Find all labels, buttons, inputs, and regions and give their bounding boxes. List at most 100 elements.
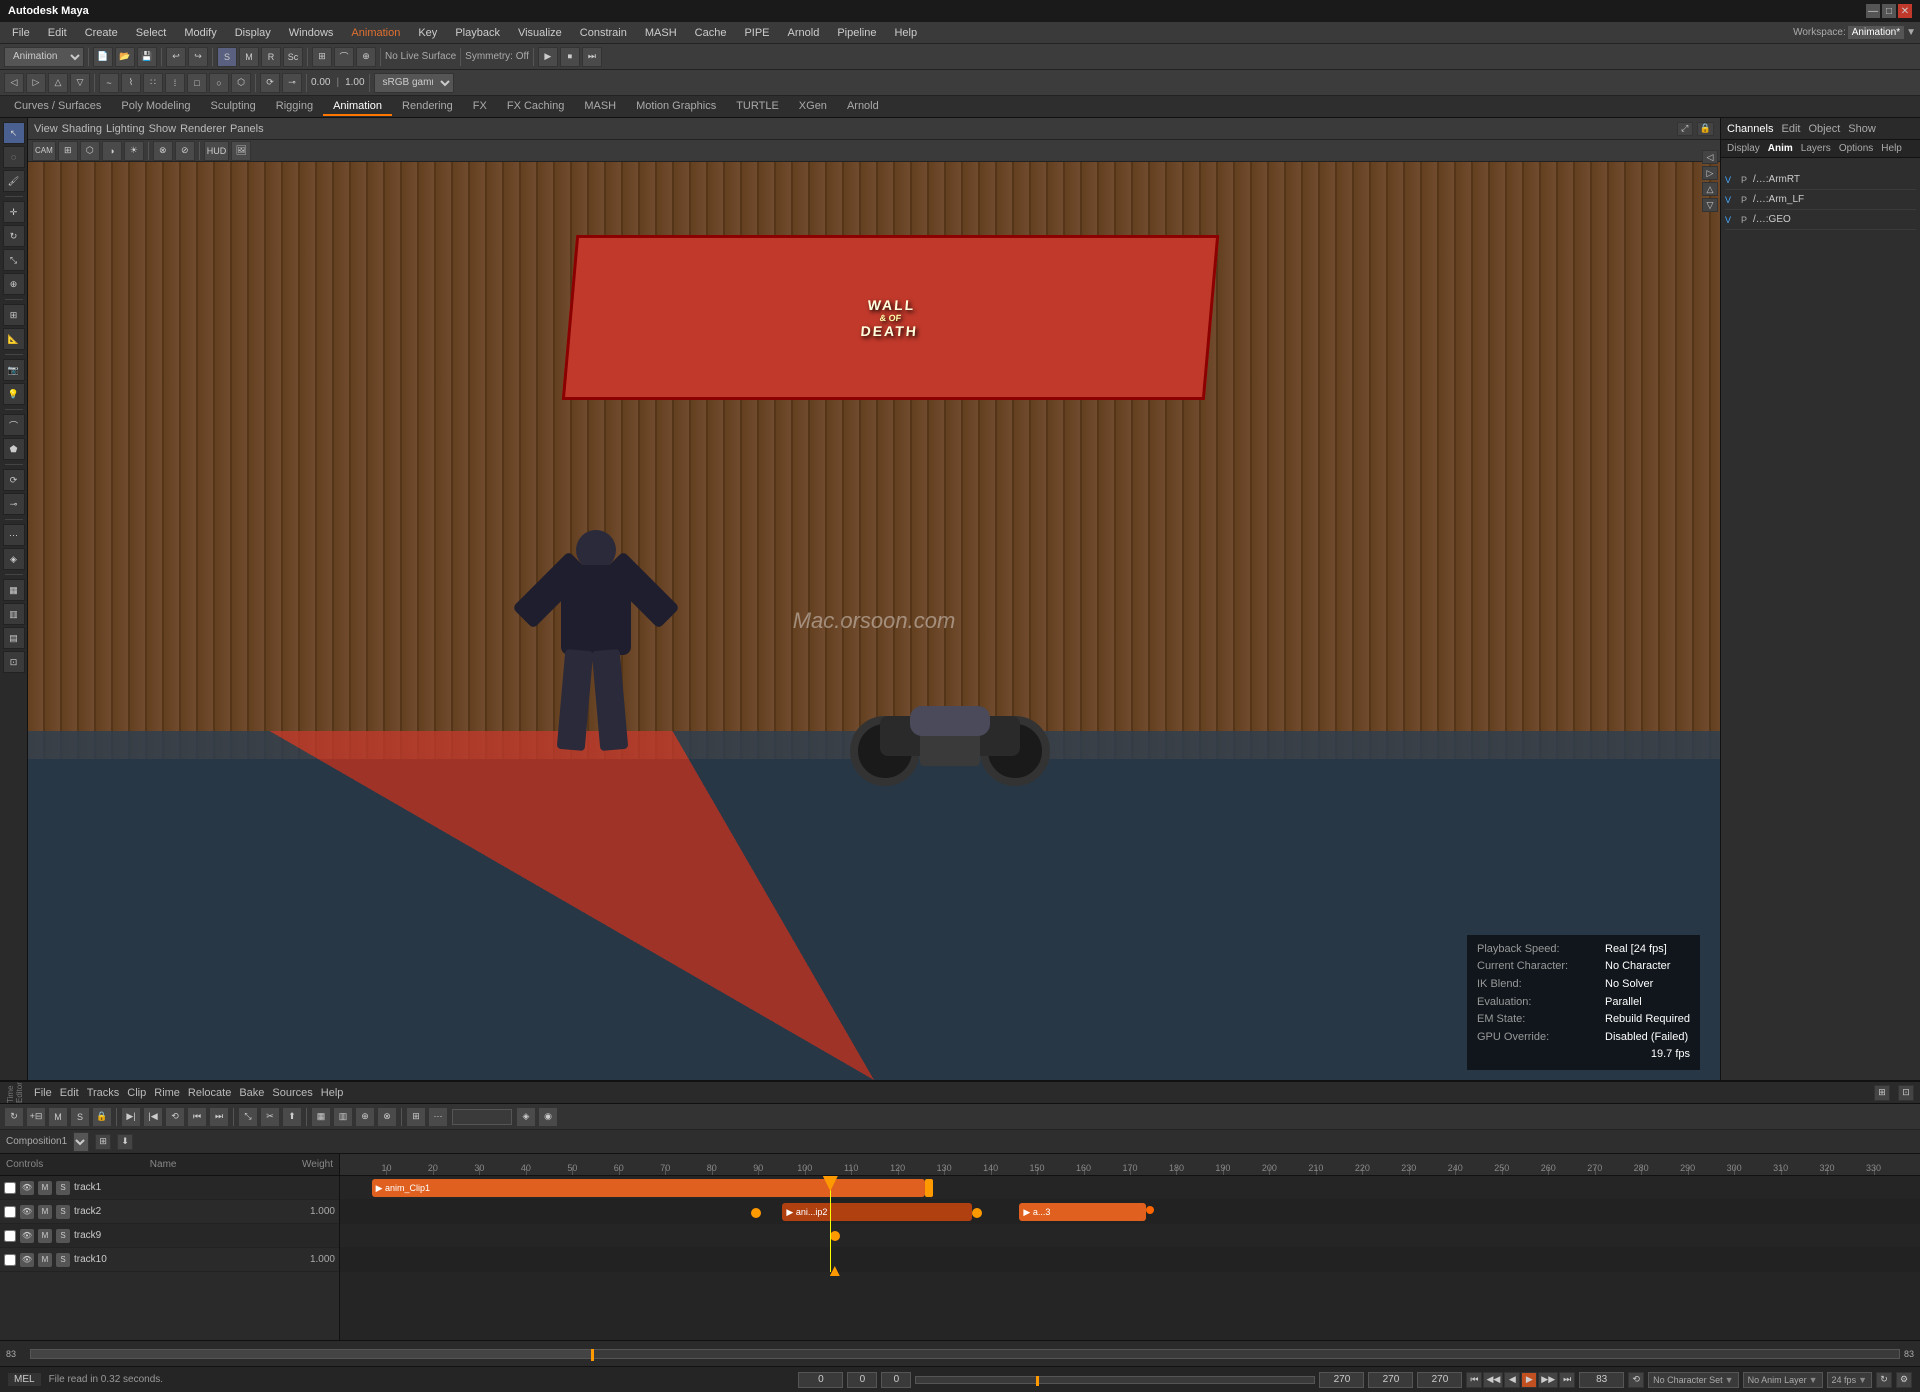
te-tb-play-fwd[interactable]: ▶| [121,1107,141,1127]
tb2-deform2[interactable]: ⊸ [282,73,302,93]
vp-tb-iso[interactable]: ⊗ [153,141,173,161]
track2-solo[interactable]: S [56,1205,70,1219]
menu-display[interactable]: Display [227,25,279,41]
lt-rotate[interactable]: ↻ [3,225,25,247]
frame-end3-input[interactable] [1417,1372,1462,1388]
track1-solo[interactable]: S [56,1181,70,1195]
vp-tb-cam[interactable]: CAM [32,141,56,161]
clip-anim1[interactable]: ▶ anim_Clip1 [372,1179,925,1197]
clip-anim3[interactable]: ▶ a...3 [1019,1203,1145,1221]
te-menu-tracks[interactable]: Tracks [87,1087,120,1099]
panel-left-arrow[interactable]: ◁ [1702,150,1718,164]
te-tb-solo[interactable]: S [70,1107,90,1127]
te-tb-snap1[interactable]: ⊞ [406,1107,426,1127]
options-tab[interactable]: Options [1839,143,1873,154]
lt-camera[interactable]: 📷 [3,359,25,381]
vp-tb-grid[interactable]: ⊞ [58,141,78,161]
snap-curve[interactable]: ⌒ [334,47,354,67]
te-menu-file[interactable]: File [34,1087,52,1099]
colorspace-dropdown[interactable]: sRGB gamma [374,73,454,93]
lt-snap[interactable]: ⊞ [3,304,25,326]
te-grid-btn2[interactable]: ⊡ [1898,1085,1914,1101]
panel-down-arrow[interactable]: ▽ [1702,198,1718,212]
lt-poly[interactable]: ⬟ [3,438,25,460]
time-slider-thumb[interactable] [1036,1376,1039,1386]
tab-sculpting[interactable]: Sculpting [201,98,266,116]
layers-tab[interactable]: Layers [1801,143,1831,154]
comp-add-btn[interactable]: ⊞ [95,1134,111,1150]
menu-windows[interactable]: Windows [281,25,342,41]
te-tb-export[interactable]: ⬆ [282,1107,302,1127]
menu-cache[interactable]: Cache [687,25,735,41]
lt-skin[interactable]: ⊸ [3,493,25,515]
track10-checkbox[interactable] [4,1254,16,1266]
snap-grid[interactable]: ⊞ [312,47,332,67]
time-slider[interactable] [915,1376,1315,1384]
character-set-selector[interactable]: No Character Set ▼ [1648,1372,1738,1388]
vp-tb-wire[interactable]: ⬡ [80,141,100,161]
display-tab[interactable]: Display [1727,143,1760,154]
anim-layer-selector[interactable]: No Anim Layer ▼ [1743,1372,1823,1388]
menu-mash[interactable]: MASH [637,25,685,41]
track1-checkbox[interactable] [4,1182,16,1194]
track10-mute[interactable]: M [38,1253,52,1267]
panel-right-arrow[interactable]: ▷ [1702,166,1718,180]
open-scene-btn[interactable]: 📂 [115,47,135,67]
rp-tab-edit[interactable]: Edit [1781,123,1800,135]
frame-end2-input[interactable] [1368,1372,1413,1388]
transport-play[interactable]: ▶ [1521,1372,1537,1388]
tb2-pts1[interactable]: ∷ [143,73,163,93]
clip-anim2[interactable]: ▶ ani...ip2 [782,1203,972,1221]
loop-btn[interactable]: ⟲ [1628,1372,1644,1388]
vp-tb-light[interactable]: ☀ [124,141,144,161]
tab-motion-graphics[interactable]: Motion Graphics [626,98,726,116]
tab-fx[interactable]: FX [463,98,497,116]
menu-playback[interactable]: Playback [447,25,508,41]
animation-dropdown[interactable]: Animation [4,47,84,67]
te-tb-p3[interactable]: ⊕ [355,1107,375,1127]
te-tb-mute[interactable]: M [48,1107,68,1127]
tb2-btn2[interactable]: ▷ [26,73,46,93]
track2-checkbox[interactable] [4,1206,16,1218]
mel-mode-btn[interactable]: MEL [8,1373,41,1386]
clip1-right-handle[interactable] [925,1179,933,1197]
track10-solo[interactable]: S [56,1253,70,1267]
vp-menu-renderer[interactable]: Renderer [180,123,226,135]
te-tb-snap2[interactable]: ⋯ [428,1107,448,1127]
tab-animation[interactable]: Animation [323,98,392,116]
tab-xgen[interactable]: XGen [789,98,837,116]
vp-tb-img[interactable]: 🖼 [231,141,251,161]
menu-create[interactable]: Create [77,25,126,41]
playhead[interactable] [830,1176,831,1272]
vp-menu-panels[interactable]: Panels [230,123,264,135]
workspace-value[interactable]: Animation* [1848,26,1904,39]
lt-extras3[interactable]: ▤ [3,627,25,649]
tb2-box[interactable]: □ [187,73,207,93]
help-tab[interactable]: Help [1881,143,1902,154]
menu-select[interactable]: Select [128,25,175,41]
te-tb-scale-clip[interactable]: ⤡ [238,1107,258,1127]
menu-pipe[interactable]: PIPE [736,25,777,41]
title-bar-controls[interactable]: — □ ✕ [1866,4,1912,18]
track9-solo[interactable]: S [56,1229,70,1243]
te-tb-add-track[interactable]: +⊟ [26,1107,46,1127]
tb2-cyl[interactable]: ⬡ [231,73,251,93]
anim-tab-active[interactable]: Anim [1768,143,1793,154]
te-tb-p1[interactable]: ▦ [311,1107,331,1127]
transport-first[interactable]: ⏮ [1466,1372,1482,1388]
menu-visualize[interactable]: Visualize [510,25,570,41]
te-menu-edit[interactable]: Edit [60,1087,79,1099]
vp-tb-shade[interactable]: ◑ [102,141,122,161]
refresh-btn[interactable]: ↻ [1876,1372,1892,1388]
redo-btn[interactable]: ↪ [188,47,208,67]
menu-constrain[interactable]: Constrain [572,25,635,41]
lt-extras4[interactable]: ⊡ [3,651,25,673]
lt-select[interactable]: ↖ [3,122,25,144]
select-tool[interactable]: S [217,47,237,67]
track1-mute[interactable]: M [38,1181,52,1195]
te-tb-loop[interactable]: ⟲ [165,1107,185,1127]
te-tb-range[interactable] [452,1109,512,1125]
menu-pipeline[interactable]: Pipeline [829,25,884,41]
lt-deform[interactable]: ⟳ [3,469,25,491]
snap-point[interactable]: ⊕ [356,47,376,67]
